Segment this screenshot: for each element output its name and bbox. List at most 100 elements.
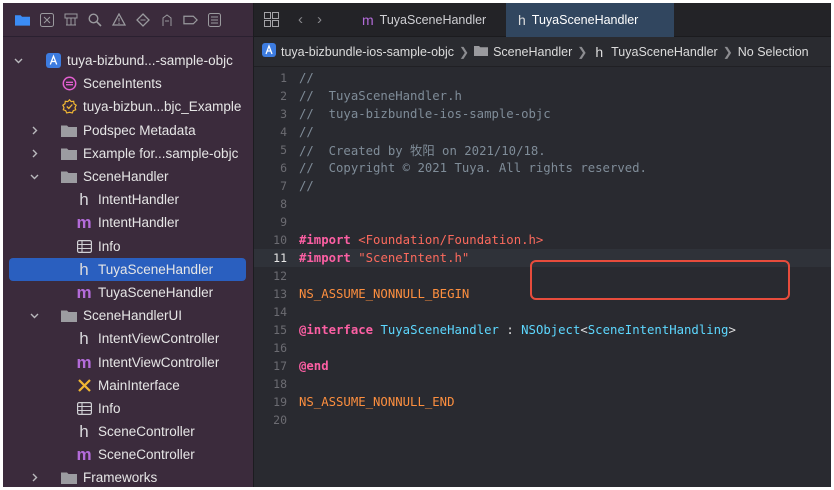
sidebar-item[interactable]: Info [3,235,253,258]
settings-badge-icon [61,99,77,115]
test-navigator-icon[interactable] [135,12,150,27]
chevron-right-icon[interactable] [29,148,39,158]
sidebar-item-label: IntentViewController [98,331,220,347]
code-token: // Created by 牧阳 on 2021/10/18. [299,144,546,158]
back-icon[interactable]: ‹ [298,11,303,28]
sidebar-item[interactable]: SceneHandlerUI [3,304,253,327]
sidebar-item[interactable]: tuya-bizbund...-sample-objc [3,49,253,72]
sidebar-item[interactable]: h SceneController [3,420,253,443]
code-token: // [299,125,314,139]
code-token: #import [299,251,351,265]
chevron-down-icon[interactable] [29,311,39,321]
jumpbar-file[interactable]: TuyaSceneHandler [611,45,718,59]
xcode-window: tuya-bizbund...-sample-objc SceneIntents t… [3,3,831,487]
code-line[interactable]: 20 [254,411,831,429]
sidebar-item[interactable]: m TuyaSceneHandler [3,281,253,304]
sidebar-item[interactable]: Example for...sample-objc [3,142,253,165]
report-navigator-icon[interactable] [207,12,222,27]
sidebar-item[interactable]: h TuyaSceneHandler [9,257,246,281]
line-number: 8 [280,197,287,211]
line-number: 9 [280,215,287,229]
code-token: @interface [299,323,374,337]
code-line[interactable]: 19 NS_ASSUME_NONNULL_END [254,393,831,411]
implementation-file-icon: m [76,352,92,372]
code-token: NSObject [521,323,581,337]
sidebar-item[interactable]: m IntentViewController [3,350,253,373]
jumpbar-group[interactable]: SceneHandler [493,45,572,59]
code-line[interactable]: 5 // Created by 牧阳 on 2021/10/18. [254,141,831,159]
tab-label: TuyaSceneHandler [531,13,639,27]
code-token: "SceneIntent.h" [358,251,470,265]
code-area[interactable]: 1 // 2 // TuyaSceneHandler.h 3 // tuya-bizbun… [254,69,831,429]
search-icon[interactable] [87,12,102,27]
line-number: 18 [273,377,287,391]
code-line[interactable]: 16 [254,339,831,357]
sidebar-item[interactable]: SceneIntents [3,72,253,95]
line-number: 16 [273,341,287,355]
chevron-down-icon[interactable] [29,172,39,182]
forward-icon[interactable]: › [317,11,322,28]
symbol-navigator-icon[interactable] [63,12,78,27]
breakpoint-navigator-icon[interactable] [183,12,198,27]
code-text: @end [299,359,329,373]
folder-navigator-icon[interactable] [15,12,30,27]
code-line[interactable]: 14 [254,303,831,321]
line-number: 13 [273,287,287,301]
code-line[interactable]: 7 // [254,177,831,195]
sidebar-item[interactable]: tuya-bizbun...bjc_Example [3,95,253,118]
storyboard-icon [76,377,92,393]
code-text: // [299,125,314,139]
code-line[interactable]: 17 @end [254,357,831,375]
code-line[interactable]: 2 // TuyaSceneHandler.h [254,87,831,105]
source-control-icon[interactable] [39,12,54,27]
line-number: 11 [273,251,287,265]
code-text: // TuyaSceneHandler.h [299,89,462,103]
jumpbar-project[interactable]: tuya-bizbundle-ios-sample-objc [281,45,454,59]
sidebar-item[interactable]: m SceneController [3,443,253,466]
chevron-right-icon[interactable] [29,125,39,135]
code-line[interactable]: 18 [254,375,831,393]
jumpbar-symbol[interactable]: No Selection [738,45,809,59]
sidebar-item[interactable]: Info [3,397,253,420]
line-number: 20 [273,413,287,427]
line-number: 19 [273,395,287,409]
header-file-icon: h [79,422,89,442]
code-line[interactable]: 4 // [254,123,831,141]
debug-navigator-icon[interactable] [159,12,174,27]
sidebar-item-label: tuya-bizbund...-sample-objc [67,53,233,69]
line-number: 3 [280,107,287,121]
line-number: 12 [273,269,287,283]
folder-icon [61,145,77,161]
sidebar-item[interactable]: h IntentHandler [3,188,253,211]
highlight-annotation-box [530,260,790,300]
app-project-icon [262,43,276,60]
tab-implementation[interactable]: m TuyaSceneHandler [350,3,502,37]
chevron-down-icon[interactable] [13,56,23,66]
jump-bar: tuya-bizbundle-ios-sample-objc ❯ SceneHa… [254,37,831,67]
folder-icon [474,45,489,59]
sidebar-item[interactable]: Frameworks [3,466,253,487]
sidebar-item[interactable]: MainInterface [3,374,253,397]
tab-header[interactable]: h TuyaSceneHandler [506,3,674,37]
sidebar-item[interactable]: m IntentHandler [3,211,253,234]
plist-icon [76,238,92,254]
code-line[interactable]: 8 [254,195,831,213]
code-line[interactable]: 3 // tuya-bizbundle-ios-sample-objc [254,105,831,123]
chevron-right-icon[interactable] [29,473,39,483]
sidebar-item[interactable]: h IntentViewController [3,327,253,350]
code-token: <Foundation/Foundation.h> [358,233,544,247]
sidebar-item-label: SceneController [98,424,195,440]
project-navigator: tuya-bizbund...-sample-objc SceneIntents t… [3,3,253,487]
sidebar-item[interactable]: SceneHandler [3,165,253,188]
issue-navigator-icon[interactable] [111,12,126,27]
code-line[interactable]: 6 // Copyright © 2021 Tuya. All rights re… [254,159,831,177]
line-number: 5 [280,143,287,157]
folder-icon [61,169,77,185]
sidebar-item[interactable]: Podspec Metadata [3,119,253,142]
related-items-icon[interactable] [264,11,280,28]
code-line[interactable]: 15 @interface TuyaSceneHandler : NSObject… [254,321,831,339]
code-line[interactable]: 1 // [254,69,831,87]
code-line[interactable]: 10 #import <Foundation/Foundation.h> [254,231,831,249]
code-token: #import [299,233,351,247]
code-line[interactable]: 9 [254,213,831,231]
